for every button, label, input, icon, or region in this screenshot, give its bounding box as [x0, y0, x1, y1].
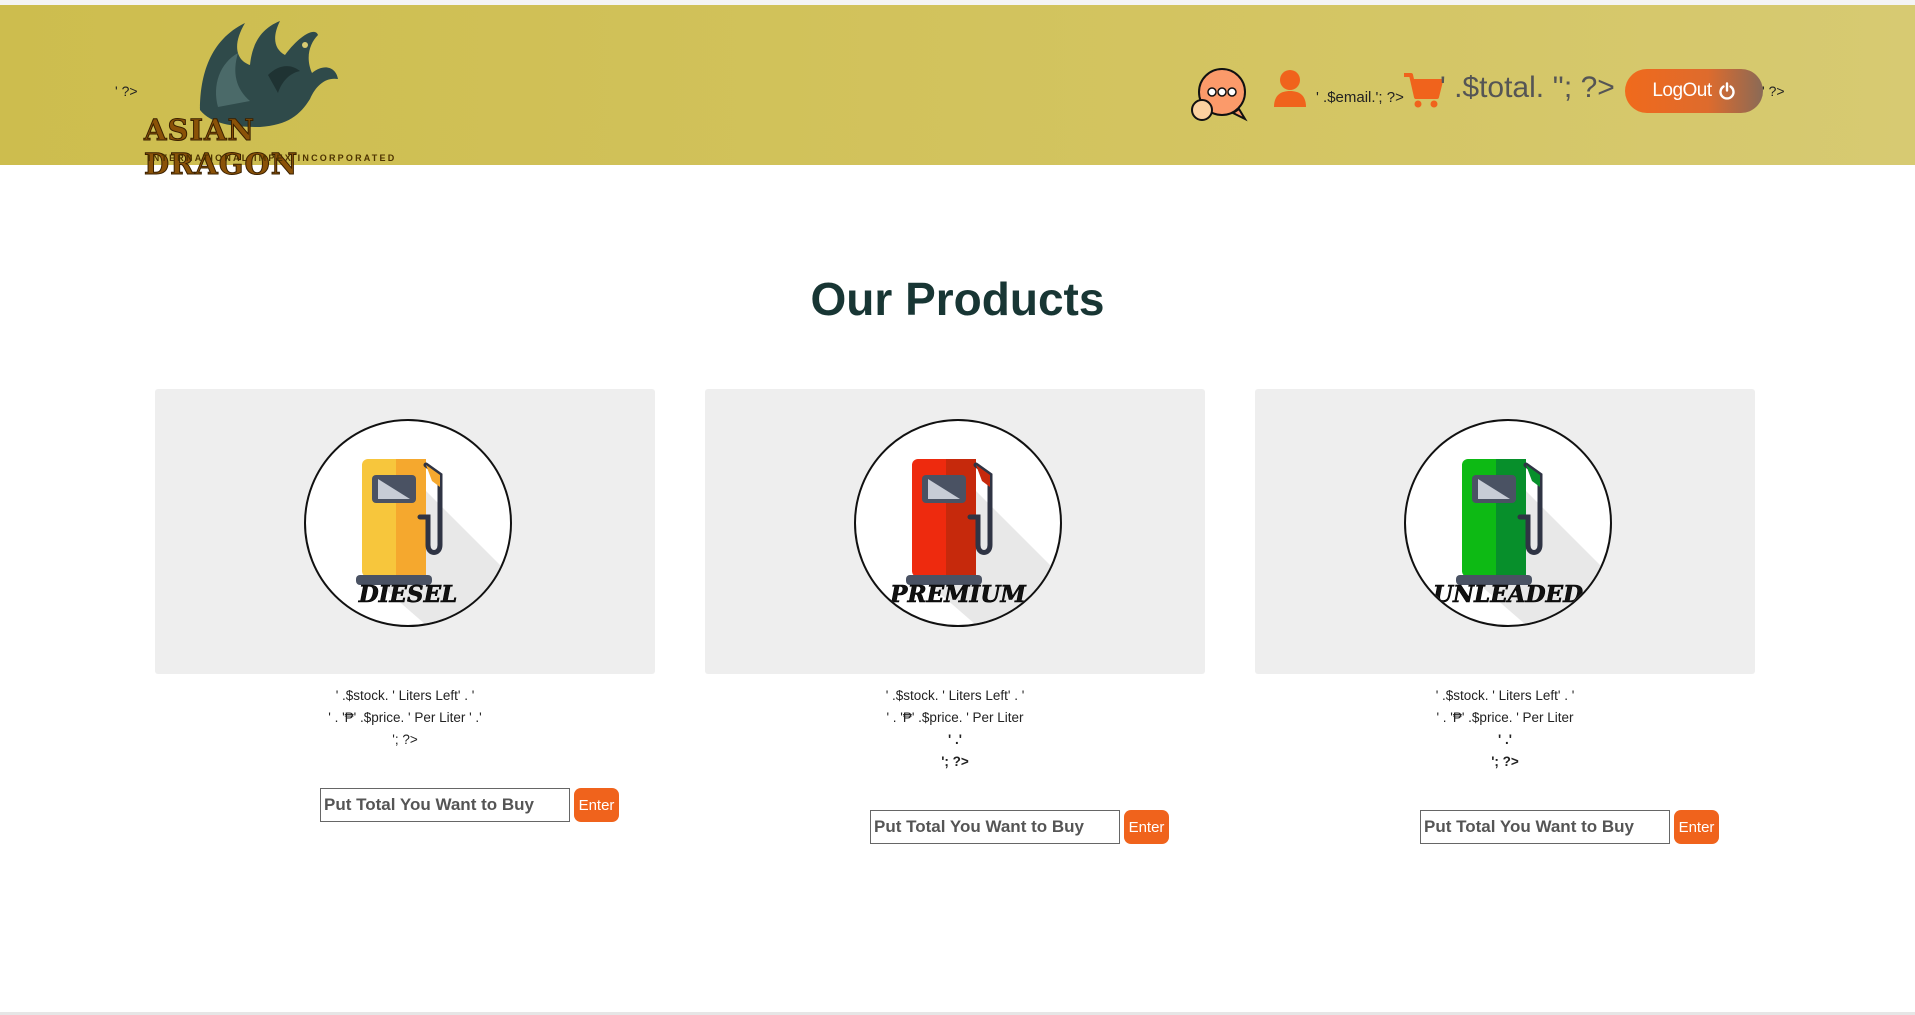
extra-line: ' .' [948, 732, 962, 747]
price-line: ' . '₱' .$price. ' Per Liter [1436, 710, 1574, 725]
logo-tagline: INTERNATIONAL IMPEX INCORPORATED [148, 153, 397, 163]
enter-button-unleaded[interactable]: Enter [1674, 810, 1719, 844]
chat-icon[interactable] [1189, 65, 1249, 125]
user-email: ' .$email.'; ?> [1316, 89, 1404, 106]
quantity-input-diesel[interactable] [320, 788, 570, 822]
price-line: ' . '₱' .$price. ' Per Liter ' .' [328, 710, 482, 725]
cart-total: ' .$total. ''; ?> [1440, 71, 1615, 104]
product-label: PREMIUM [890, 581, 1026, 609]
fuel-pump-badge: PREMIUM [854, 419, 1062, 627]
price-line: ' . '₱' .$price. ' Per Liter [886, 710, 1024, 725]
product-label: DIESEL [358, 581, 458, 609]
product-details-diesel: ' .$stock. ' Liters Left' . ' ' . '₱' .$… [155, 685, 655, 751]
stock-line: ' .$stock. ' Liters Left' . ' [335, 688, 475, 703]
quantity-input-unleaded[interactable] [1420, 810, 1670, 844]
php-fragment-right: ' ?> [1762, 83, 1785, 99]
header-bar: ' ?> ASIAN DRAGON INTERNATIONAL IMPEX IN… [0, 5, 1915, 182]
product-label: UNLEADED [1432, 581, 1584, 609]
product-details-unleaded: ' .$stock. ' Liters Left' . ' ' . '₱' .$… [1255, 685, 1755, 773]
product-details-premium: ' .$stock. ' Liters Left' . ' ' . '₱' .$… [705, 685, 1205, 773]
quantity-input-premium[interactable] [870, 810, 1120, 844]
power-icon [1718, 82, 1735, 100]
cart-icon[interactable] [1403, 72, 1443, 110]
asian-dragon-logo[interactable]: ASIAN DRAGON INTERNATIONAL IMPEX INCORPO… [140, 15, 420, 182]
fuel-pump-badge: DIESEL [304, 419, 512, 627]
logout-label: LogOut [1652, 80, 1712, 101]
logo-name: ASIAN DRAGON [144, 113, 299, 182]
stock-line: ' .$stock. ' Liters Left' . ' [1435, 688, 1575, 703]
product-card-premium[interactable]: PREMIUM [705, 389, 1205, 674]
logout-button[interactable]: LogOut [1625, 69, 1763, 113]
product-card-diesel[interactable]: DIESEL [155, 389, 655, 674]
extra-line: '; ?> [392, 732, 418, 747]
enter-button-diesel[interactable]: Enter [574, 788, 619, 822]
product-card-unleaded[interactable]: UNLEADED [1255, 389, 1755, 674]
page-title: Our Products [810, 273, 1105, 325]
extra-line: ' .' [1498, 732, 1512, 747]
enter-button-premium[interactable]: Enter [1124, 810, 1169, 844]
user-icon[interactable] [1272, 69, 1308, 109]
stock-line: ' .$stock. ' Liters Left' . ' [885, 688, 1025, 703]
fuel-pump-badge: UNLEADED [1404, 419, 1612, 627]
extra-line-2: '; ?> [941, 754, 969, 769]
extra-line-2: '; ?> [1491, 754, 1519, 769]
php-fragment-left: ' ?> [115, 83, 138, 99]
